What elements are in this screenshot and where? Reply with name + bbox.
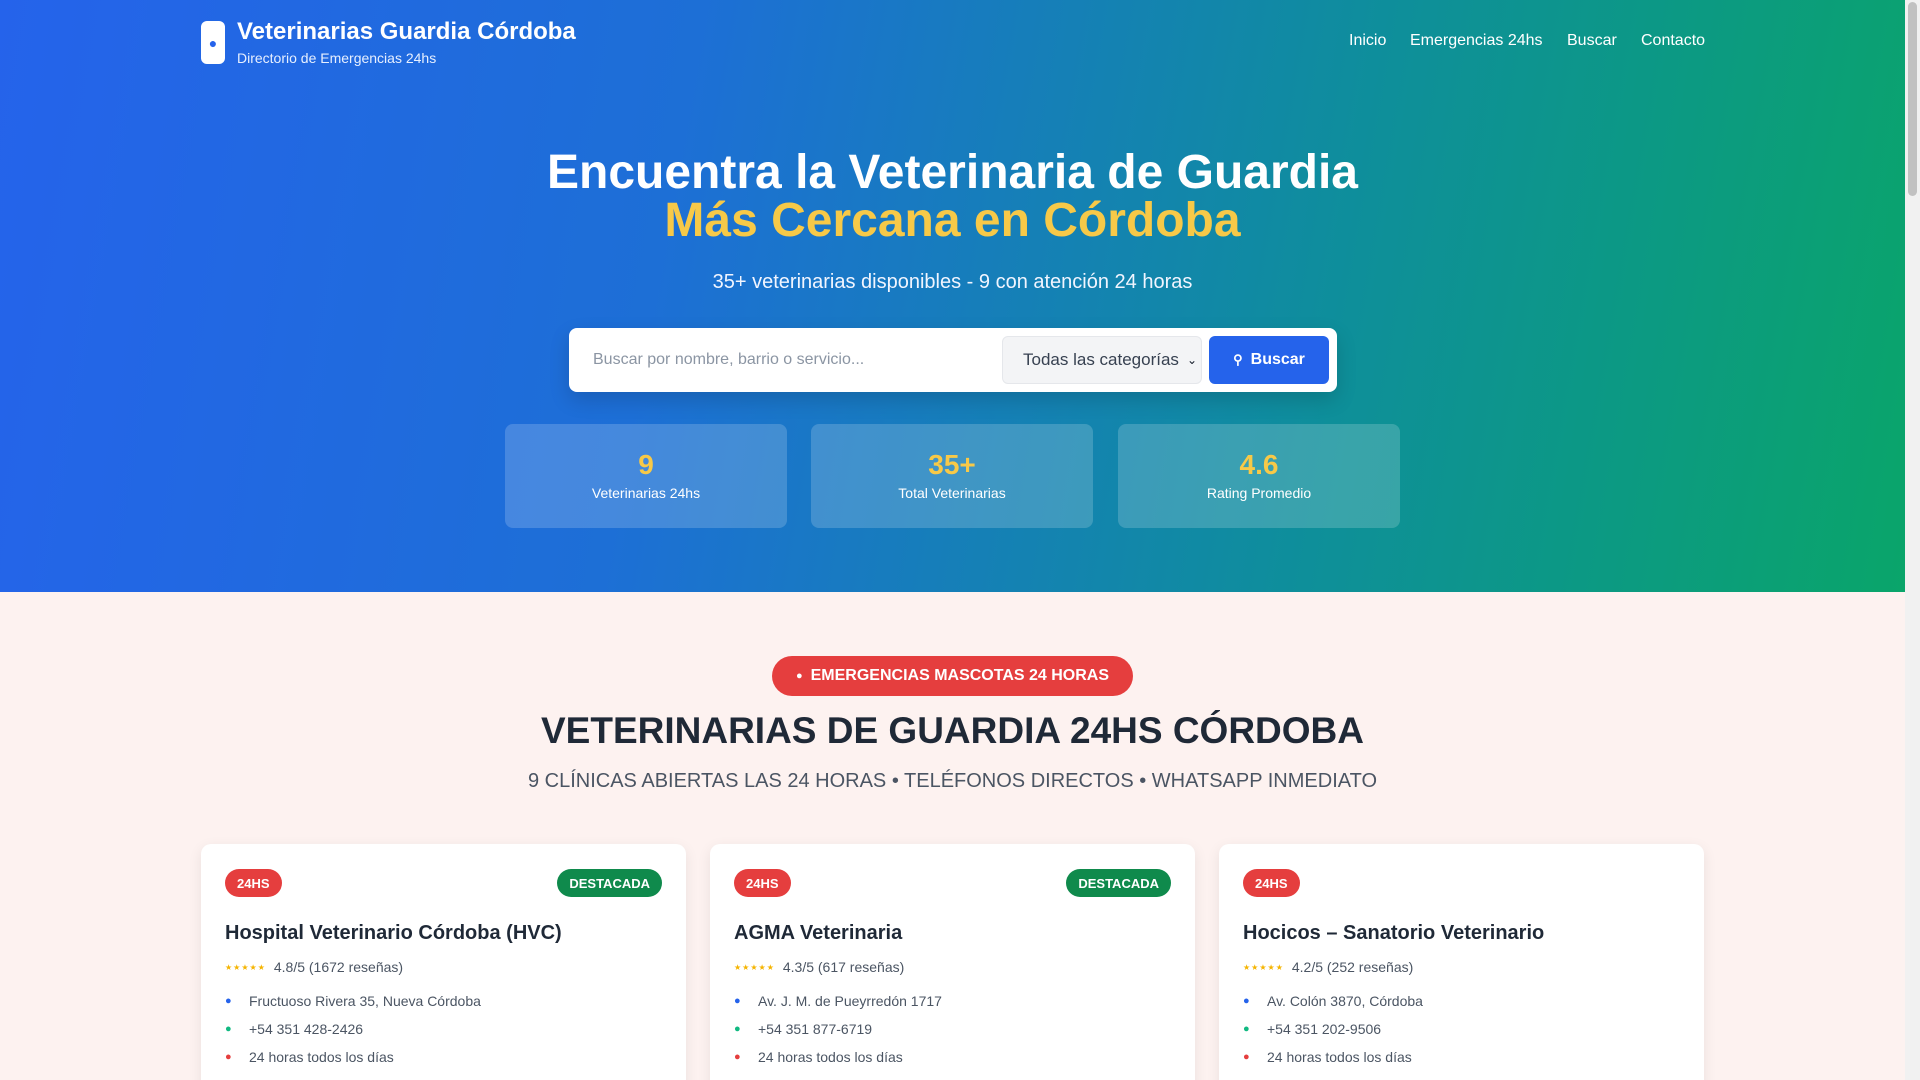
stat-card-24hs: 9 Veterinarias 24hs — [505, 424, 787, 528]
emergency-pill: ● EMERGENCIAS MASCOTAS 24 HORAS — [772, 656, 1133, 696]
location-pin-icon: ● — [734, 995, 741, 1007]
location-pin-icon: ● — [225, 995, 232, 1007]
clock-icon: ● — [734, 1051, 741, 1063]
vet-rating: ★★★★★ 4.2/5 (252 reseñas) — [1243, 959, 1413, 975]
chevron-down-icon: ⌄ — [1186, 353, 1197, 367]
brand-subtitle: Directorio de Emergencias 24hs — [237, 50, 437, 66]
stat-label: Total Veterinarias — [898, 485, 1006, 501]
stat-label: Rating Promedio — [1206, 485, 1312, 501]
vet-rating: ★★★★★ 4.8/5 (1672 reseñas) — [225, 959, 403, 975]
category-select[interactable]: Todas las categorías ⌄ — [1002, 336, 1202, 384]
badge-featured: DESTACADA — [1066, 869, 1171, 897]
badge-featured: DESTACADA — [557, 869, 662, 897]
vet-card[interactable]: 24HS Hocicos – Sanatorio Veterinario ★★★… — [1219, 844, 1704, 1080]
address-text: Av. Colón 3870, Córdoba — [1267, 993, 1423, 1009]
stat-value: 9 — [638, 449, 654, 480]
vet-address: ● Av. Colón 3870, Córdoba — [1243, 993, 1423, 1009]
phone-text[interactable]: +54 351 877-6719 — [758, 1021, 872, 1037]
search-button-label: Buscar — [1250, 351, 1305, 368]
phone-icon: ● — [734, 1023, 741, 1035]
stars-icon: ★★★★★ — [734, 962, 775, 972]
stat-label: Veterinarias 24hs — [591, 485, 701, 501]
emergency-pill-label: EMERGENCIAS MASCOTAS 24 HORAS — [810, 667, 1110, 684]
search-bar: Todas las categorías ⌄ ⚲ Buscar — [569, 328, 1337, 392]
vet-address: ● Av. J. M. de Pueyrredón 1717 — [734, 993, 942, 1009]
scrollbar-thumb[interactable] — [1908, 2, 1917, 196]
brand-title[interactable]: Veterinarias Guardia Córdoba — [237, 18, 576, 46]
alert-icon: ● — [795, 670, 803, 682]
vet-phone[interactable]: ● +54 351 877-6719 — [734, 1021, 872, 1037]
phone-icon: ● — [225, 1023, 232, 1035]
nav-link-emergencias[interactable]: Emergencias 24hs — [1410, 32, 1543, 50]
nav-link-inicio[interactable]: Inicio — [1349, 32, 1386, 50]
vet-card[interactable]: 24HS DESTACADA Hospital Veterinario Córd… — [201, 844, 686, 1080]
address-text: Av. J. M. de Pueyrredón 1717 — [758, 993, 942, 1009]
section-title: VETERINARIAS DE GUARDIA 24HS CÓRDOBA — [541, 710, 1364, 751]
rating-text: 4.8/5 (1672 reseñas) — [273, 959, 404, 975]
vet-hours: ● 24 horas todos los días — [734, 1049, 903, 1065]
stat-value: 4.6 — [1239, 449, 1279, 480]
stat-card-rating: 4.6 Rating Promedio — [1118, 424, 1400, 528]
stars-icon: ★★★★★ — [225, 962, 266, 972]
scrollbar[interactable] — [1905, 0, 1920, 1080]
vet-address: ● Fructuoso Rivera 35, Nueva Córdoba — [225, 993, 481, 1009]
nav-link-buscar[interactable]: Buscar — [1567, 32, 1617, 50]
hero-title-line1: Encuentra la Veterinaria de Guardia — [547, 146, 1358, 199]
search-button[interactable]: ⚲ Buscar — [1209, 336, 1329, 384]
rating-text: 4.3/5 (617 reseñas) — [782, 959, 905, 975]
location-pin-icon: ● — [1243, 995, 1250, 1007]
hero-subtitle: 35+ veterinarias disponibles - 9 con ate… — [712, 271, 1193, 293]
phone-icon: ● — [1243, 1023, 1250, 1035]
stars-icon: ★★★★★ — [1243, 962, 1284, 972]
phone-text[interactable]: +54 351 428-2426 — [249, 1021, 363, 1037]
clock-icon: ● — [225, 1051, 232, 1063]
vet-hours: ● 24 horas todos los días — [1243, 1049, 1412, 1065]
stat-card-total: 35+ Total Veterinarias — [811, 424, 1093, 528]
vet-name[interactable]: AGMA Veterinaria — [734, 922, 902, 945]
vet-phone[interactable]: ● +54 351 202-9506 — [1243, 1021, 1381, 1037]
address-text: Fructuoso Rivera 35, Nueva Córdoba — [249, 993, 481, 1009]
search-icon: ⚲ — [1233, 352, 1243, 367]
badge-24hs: 24HS — [734, 869, 791, 897]
stat-value: 35+ — [928, 449, 976, 480]
paw-icon: ● — [208, 34, 218, 51]
vet-name[interactable]: Hospital Veterinario Córdoba (HVC) — [225, 922, 562, 945]
badge-24hs: 24HS — [1243, 869, 1300, 897]
hero-title-line2: Más Cercana en Córdoba — [664, 194, 1241, 247]
nav-link-contacto[interactable]: Contacto — [1641, 32, 1705, 50]
search-input[interactable] — [593, 342, 993, 378]
vet-phone[interactable]: ● +54 351 428-2426 — [225, 1021, 363, 1037]
vet-card[interactable]: 24HS DESTACADA AGMA Veterinaria ★★★★★ 4.… — [710, 844, 1195, 1080]
hero-section: ● Veterinarias Guardia Córdoba Directori… — [0, 0, 1905, 592]
badge-24hs: 24HS — [225, 869, 282, 897]
vet-name[interactable]: Hocicos – Sanatorio Veterinario — [1243, 922, 1544, 945]
navbar: ● Veterinarias Guardia Córdoba Directori… — [0, 0, 1905, 84]
hours-text: 24 horas todos los días — [758, 1049, 903, 1065]
rating-text: 4.2/5 (252 reseñas) — [1291, 959, 1414, 975]
hours-text: 24 horas todos los días — [1267, 1049, 1412, 1065]
phone-text[interactable]: +54 351 202-9506 — [1267, 1021, 1381, 1037]
vet-rating: ★★★★★ 4.3/5 (617 reseñas) — [734, 959, 904, 975]
clock-icon: ● — [1243, 1051, 1250, 1063]
vet-hours: ● 24 horas todos los días — [225, 1049, 394, 1065]
hours-text: 24 horas todos los días — [249, 1049, 394, 1065]
category-select-value: Todas las categorías — [1023, 350, 1179, 369]
logo[interactable]: ● — [201, 21, 225, 64]
section-subtitle: 9 CLÍNICAS ABIERTAS LAS 24 HORAS • TELÉF… — [527, 770, 1378, 792]
